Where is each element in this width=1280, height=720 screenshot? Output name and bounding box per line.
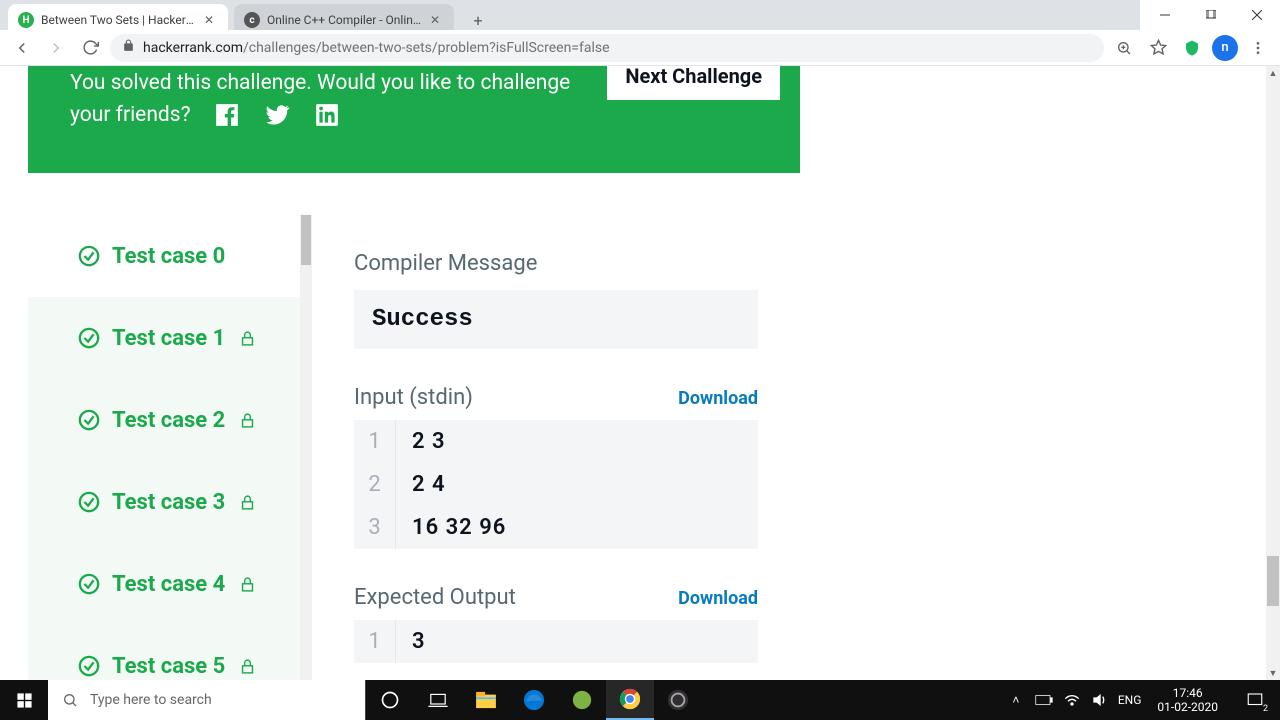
linkedin-icon[interactable]	[314, 102, 340, 128]
testcase-list: Test case 0Test case 1Test case 2Test ca…	[28, 215, 300, 680]
download-output-link[interactable]: Download	[678, 588, 758, 609]
testcase-item-1[interactable]: Test case 1	[28, 297, 300, 379]
search-icon	[62, 692, 78, 708]
obs-icon[interactable]	[654, 680, 702, 720]
page-viewport: You solved this challenge. Would you lik…	[0, 66, 1266, 680]
file-explorer-icon[interactable]	[462, 680, 510, 720]
chrome-icon[interactable]	[606, 680, 654, 720]
cortana-icon[interactable]	[366, 680, 414, 720]
testcase-detail: Compiler Message Success Input (stdin) D…	[312, 215, 800, 680]
page-scrollbar[interactable]: ▲ ▼	[1266, 66, 1280, 680]
compiler-message-title: Compiler Message	[354, 251, 758, 276]
output-title: Expected Output	[354, 585, 516, 610]
task-view-icon[interactable]	[414, 680, 462, 720]
wifi-icon[interactable]	[1062, 693, 1082, 707]
system-tray: ˄ ENG 17:4601-02-2020 2	[1006, 680, 1280, 720]
input-code-box: 12 322 4316 32 96	[354, 420, 758, 549]
forward-button[interactable]	[42, 34, 70, 62]
input-title: Input (stdin)	[354, 385, 473, 410]
scroll-up-arrow[interactable]: ▲	[1266, 66, 1280, 80]
minimize-button[interactable]	[1142, 0, 1188, 30]
testcase-item-3[interactable]: Test case 3	[28, 461, 300, 543]
url-text: hackerrank.com/challenges/between-two-se…	[143, 40, 610, 56]
output-code-box: 13	[354, 620, 758, 663]
twitter-icon[interactable]	[264, 102, 290, 128]
testcase-item-5[interactable]: Test case 5	[28, 625, 300, 680]
search-placeholder: Type here to search	[90, 692, 212, 708]
clock[interactable]: 17:4601-02-2020	[1149, 686, 1226, 715]
taskbar-search[interactable]: Type here to search	[48, 680, 366, 720]
tab-title: Between Two Sets | HackerRank	[41, 13, 197, 27]
results-panel: Test case 0Test case 1Test case 2Test ca…	[28, 215, 800, 680]
taskbar-apps	[366, 680, 702, 720]
scrollbar-thumb[interactable]	[301, 215, 311, 265]
url-field[interactable]: hackerrank.com/challenges/between-two-se…	[110, 34, 1104, 62]
profile-avatar[interactable]: n	[1212, 35, 1238, 61]
reload-button[interactable]	[76, 34, 104, 62]
close-button[interactable]	[1234, 0, 1280, 30]
scroll-down-arrow[interactable]: ▼	[1266, 666, 1280, 680]
start-button[interactable]	[0, 680, 48, 720]
window-controls	[1142, 0, 1280, 30]
testcase-item-4[interactable]: Test case 4	[28, 543, 300, 625]
close-icon[interactable]: ✕	[430, 13, 444, 27]
menu-icon[interactable]	[1244, 34, 1272, 62]
zoom-icon[interactable]	[1110, 34, 1138, 62]
lock-icon	[122, 39, 135, 56]
maximize-button[interactable]	[1188, 0, 1234, 30]
shield-icon[interactable]	[1178, 34, 1206, 62]
volume-icon[interactable]	[1090, 693, 1110, 707]
favicon-cpp: c	[244, 12, 260, 28]
tab-title: Online C++ Compiler - Online C	[267, 13, 423, 27]
favicon-hackerrank: H	[18, 12, 34, 28]
scrollbar-thumb[interactable]	[1267, 556, 1279, 606]
testcase-item-0[interactable]: Test case 0	[28, 215, 300, 297]
facebook-icon[interactable]	[214, 102, 240, 128]
language-indicator[interactable]: ENG	[1118, 693, 1142, 707]
tray-chevron-icon[interactable]: ˄	[1006, 693, 1026, 707]
back-button[interactable]	[8, 34, 36, 62]
app-icon-green[interactable]	[558, 680, 606, 720]
download-input-link[interactable]: Download	[678, 388, 758, 409]
next-challenge-button[interactable]: Next Challenge	[607, 66, 780, 100]
success-banner: You solved this challenge. Would you lik…	[28, 66, 800, 173]
battery-icon[interactable]	[1034, 694, 1054, 706]
address-bar: hackerrank.com/challenges/between-two-se…	[0, 30, 1280, 66]
notification-icon[interactable]: 2	[1234, 680, 1276, 720]
banner-text: You solved this challenge. Would you lik…	[70, 66, 570, 131]
edge-icon[interactable]	[510, 680, 558, 720]
close-icon[interactable]: ✕	[204, 13, 218, 27]
compiler-message-box: Success	[354, 290, 758, 349]
bookmark-icon[interactable]	[1144, 34, 1172, 62]
testcase-item-2[interactable]: Test case 2	[28, 379, 300, 461]
taskbar: Type here to search ˄ ENG 17:4601-02-202…	[0, 680, 1280, 720]
testcase-scrollbar[interactable]	[300, 215, 312, 680]
